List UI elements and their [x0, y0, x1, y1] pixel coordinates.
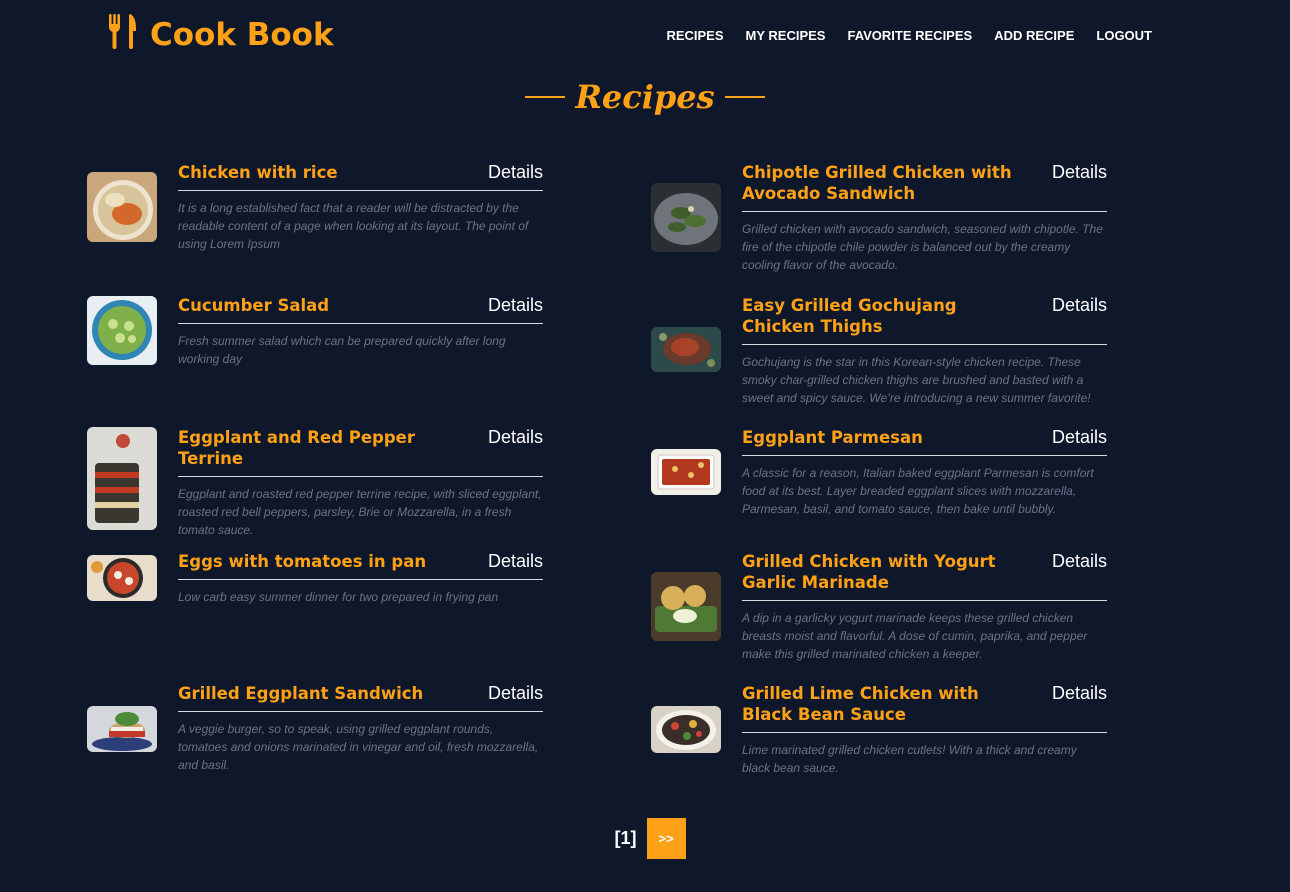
- recipe-image[interactable]: [651, 449, 721, 495]
- recipe-image[interactable]: [651, 327, 721, 372]
- recipe-title[interactable]: Grilled Chicken with Yogurt Garlic Marin…: [742, 551, 1027, 593]
- recipe-title[interactable]: Grilled Eggplant Sandwich: [178, 683, 423, 704]
- recipe-title[interactable]: Chipotle Grilled Chicken with Avocado Sa…: [742, 162, 1027, 204]
- recipe-image[interactable]: [87, 172, 157, 242]
- recipe-title[interactable]: Eggs with tomatoes in pan: [178, 551, 426, 572]
- recipe-image[interactable]: [651, 183, 721, 252]
- recipe-image[interactable]: [87, 555, 157, 601]
- recipe-description: Grilled chicken with avocado sandwich, s…: [742, 222, 1103, 272]
- recipe-image[interactable]: [651, 572, 721, 641]
- recipe-description: Eggplant and roasted red pepper terrine …: [178, 487, 542, 537]
- brand-logo[interactable]: Cook Book: [108, 14, 334, 55]
- current-page[interactable]: [1]: [615, 828, 637, 849]
- page-title: Recipes: [575, 78, 715, 116]
- recipe-item: Eggplant and Red Pepper Terrine Details …: [87, 427, 544, 542]
- nav-favorite-recipes[interactable]: FAVORITE RECIPES: [847, 28, 972, 43]
- recipe-item: Chicken with rice Details It is a long e…: [87, 162, 544, 277]
- details-link[interactable]: Details: [488, 295, 543, 316]
- recipe-image[interactable]: [87, 706, 157, 752]
- recipe-title[interactable]: Chicken with rice: [178, 162, 338, 183]
- details-link[interactable]: Details: [1052, 427, 1107, 448]
- next-page-button[interactable]: >>: [646, 818, 686, 859]
- recipe-item: Grilled Eggplant Sandwich Details A vegg…: [87, 683, 544, 798]
- brand-name: Cook Book: [150, 16, 334, 53]
- details-link[interactable]: Details: [1052, 295, 1107, 316]
- recipe-description: A classic for a reason, Italian baked eg…: [742, 466, 1094, 516]
- details-link[interactable]: Details: [488, 427, 543, 448]
- recipe-item: Easy Grilled Gochujang Chicken Thighs De…: [651, 295, 1108, 410]
- recipe-description: Fresh summer salad which can be prepared…: [178, 334, 506, 366]
- recipe-description: Lime marinated grilled chicken cutlets! …: [742, 743, 1077, 775]
- details-link[interactable]: Details: [488, 551, 543, 572]
- recipe-description: Gochujang is the star in this Korean-sty…: [742, 355, 1091, 405]
- details-link[interactable]: Details: [1052, 551, 1107, 572]
- nav-recipes[interactable]: RECIPES: [666, 28, 723, 43]
- pagination: [1] >>: [0, 818, 1290, 859]
- recipe-title[interactable]: Easy Grilled Gochujang Chicken Thighs: [742, 295, 1027, 337]
- recipe-title[interactable]: Eggplant and Red Pepper Terrine: [178, 427, 463, 469]
- details-link[interactable]: Details: [1052, 162, 1107, 183]
- recipe-description: A veggie burger, so to speak, using gril…: [178, 722, 539, 772]
- recipe-description: Low carb easy summer dinner for two prep…: [178, 590, 499, 604]
- recipe-item: Cucumber Salad Details Fresh summer sala…: [87, 295, 544, 410]
- nav-logout[interactable]: LOGOUT: [1096, 28, 1152, 43]
- recipe-image[interactable]: [87, 296, 157, 365]
- section-title: Recipes: [0, 78, 1290, 116]
- recipe-title[interactable]: Cucumber Salad: [178, 295, 329, 316]
- recipe-image[interactable]: [651, 706, 721, 753]
- recipe-item: Grilled Chicken with Yogurt Garlic Marin…: [651, 551, 1108, 666]
- recipe-item: Eggs with tomatoes in pan Details Low ca…: [87, 551, 544, 666]
- recipe-image[interactable]: [87, 427, 157, 530]
- details-link[interactable]: Details: [1052, 683, 1107, 704]
- nav-my-recipes[interactable]: MY RECIPES: [746, 28, 826, 43]
- details-link[interactable]: Details: [488, 162, 543, 183]
- nav-add-recipe[interactable]: ADD RECIPE: [994, 28, 1074, 43]
- recipe-title[interactable]: Eggplant Parmesan: [742, 427, 923, 448]
- recipe-title[interactable]: Grilled Lime Chicken with Black Bean Sau…: [742, 683, 1027, 725]
- recipe-item: Chipotle Grilled Chicken with Avocado Sa…: [651, 162, 1108, 277]
- recipe-description: A dip in a garlicky yogurt marinade keep…: [742, 611, 1088, 661]
- title-divider-left: [525, 96, 566, 98]
- recipe-item: Eggplant Parmesan Details A classic for …: [651, 427, 1108, 542]
- recipe-description: It is a long established fact that a rea…: [178, 201, 529, 251]
- title-divider-right: [724, 96, 765, 98]
- recipe-item: Grilled Lime Chicken with Black Bean Sau…: [651, 683, 1108, 798]
- main-nav: RECIPES MY RECIPES FAVORITE RECIPES ADD …: [666, 28, 1152, 43]
- utensils-icon: [108, 14, 138, 55]
- details-link[interactable]: Details: [488, 683, 543, 704]
